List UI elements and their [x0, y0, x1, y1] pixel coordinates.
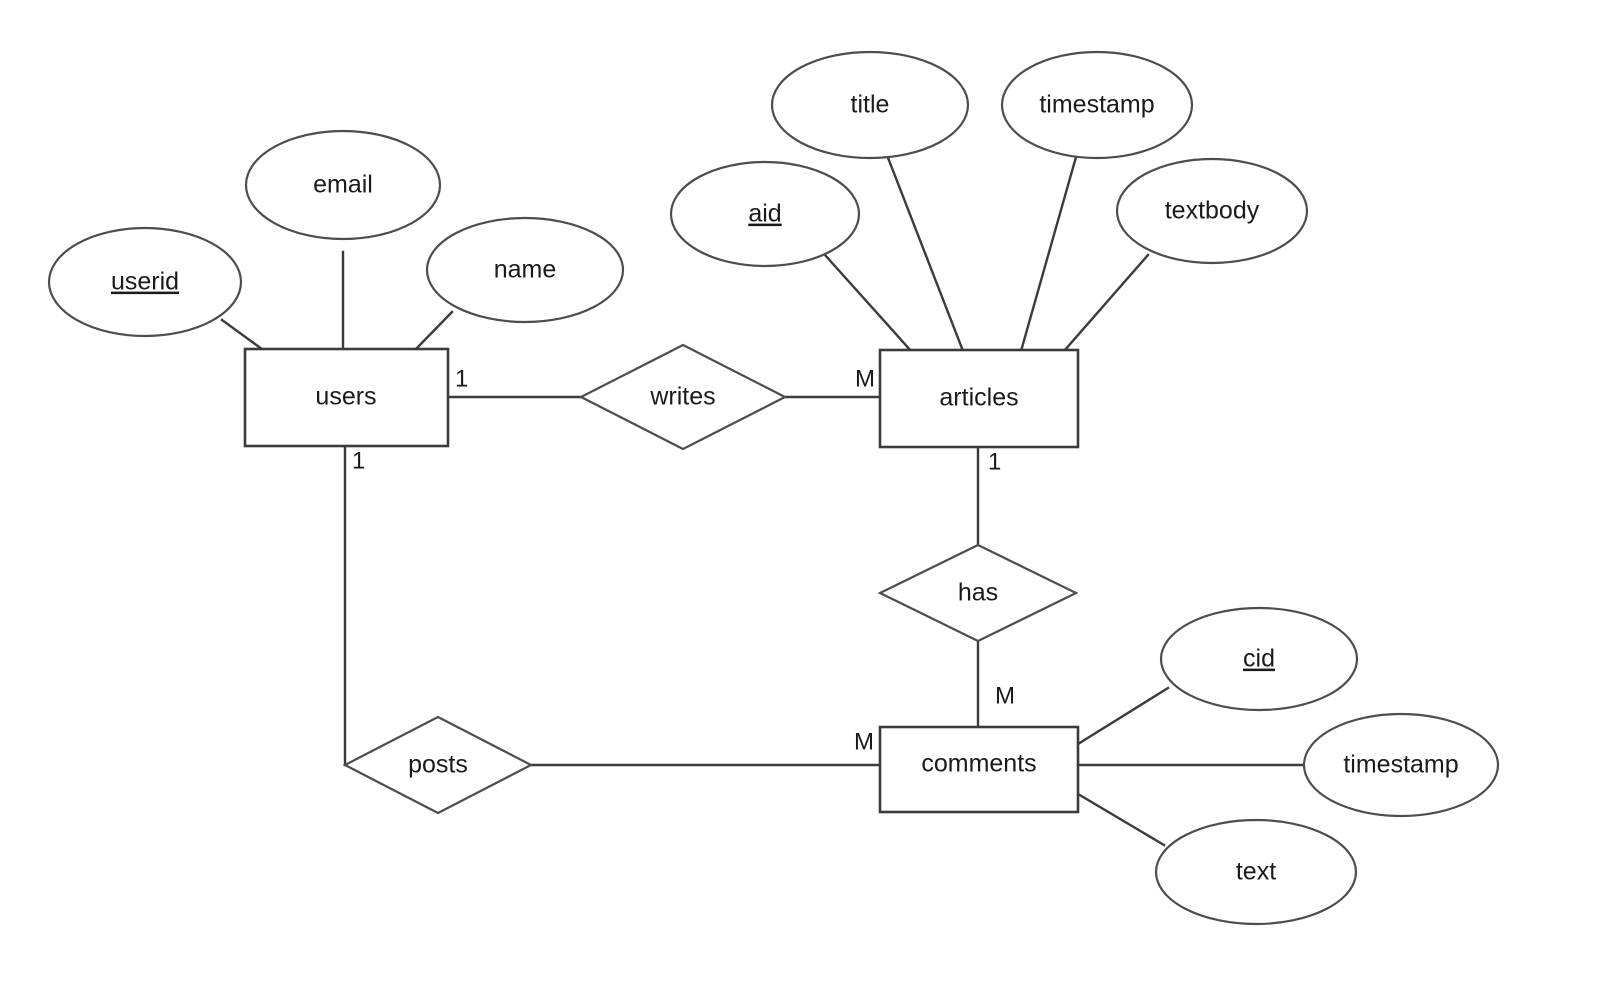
er-diagram-svg: userid email name aid title timestamp te… — [47, 50, 1500, 926]
er-diagram-canvas: userid email name aid title timestamp te… — [0, 0, 1600, 994]
relationship-label-has: has — [958, 579, 998, 607]
relationship-label-posts: posts — [408, 751, 468, 779]
attribute-node-comments-timestamp[interactable]: timestamp — [1302, 712, 1500, 818]
attribute-label-aid: aid — [748, 200, 781, 228]
attribute-label-articles-timestamp: timestamp — [1039, 91, 1154, 119]
entity-label-comments: comments — [921, 750, 1036, 778]
entity-node-users[interactable]: users — [243, 347, 450, 448]
cardinality-articles-has: 1 — [988, 448, 1001, 475]
attribute-node-text[interactable]: text — [1154, 818, 1358, 926]
entity-label-users: users — [315, 383, 376, 411]
cardinality-comments-posts: M — [854, 728, 874, 755]
cardinality-comments-has: M — [995, 682, 1015, 709]
cardinality-users-posts: 1 — [352, 447, 365, 474]
attribute-label-textbody: textbody — [1165, 197, 1260, 225]
attribute-node-name[interactable]: name — [425, 216, 625, 324]
attribute-label-comments-timestamp: timestamp — [1343, 751, 1458, 779]
relationship-label-writes: writes — [649, 383, 715, 411]
entity-node-articles[interactable]: articles — [878, 348, 1080, 449]
relationship-node-writes[interactable]: writes — [578, 343, 788, 451]
attribute-label-cid: cid — [1243, 645, 1275, 673]
edge-comments-text — [1076, 792, 1166, 847]
cardinality-articles-writes: M — [855, 365, 875, 392]
edge-comments-cid — [1076, 686, 1170, 746]
edge-articles-timestamp — [1019, 148, 1080, 353]
attribute-label-email: email — [313, 171, 373, 199]
attribute-node-textbody[interactable]: textbody — [1115, 157, 1309, 265]
attribute-node-userid[interactable]: userid — [47, 226, 243, 338]
attribute-label-text: text — [1236, 858, 1276, 886]
edge-articles-aid — [823, 253, 914, 354]
attribute-node-title[interactable]: title — [770, 50, 970, 160]
edge-articles-title — [883, 148, 965, 353]
relationship-node-posts[interactable]: posts — [342, 715, 534, 815]
attribute-node-cid[interactable]: cid — [1159, 606, 1359, 712]
attribute-node-aid[interactable]: aid — [669, 160, 861, 268]
attribute-label-title: title — [851, 91, 890, 119]
cardinality-users-writes: 1 — [455, 365, 468, 392]
entity-node-comments[interactable]: comments — [878, 725, 1080, 814]
edge-articles-textbody — [1062, 253, 1150, 353]
relationship-node-has[interactable]: has — [877, 543, 1079, 643]
attribute-node-email[interactable]: email — [244, 129, 442, 241]
attribute-label-userid: userid — [111, 268, 179, 296]
attribute-node-articles-timestamp[interactable]: timestamp — [1000, 50, 1194, 160]
attribute-label-name: name — [494, 256, 557, 284]
entity-label-articles: articles — [939, 384, 1018, 412]
edge-users-userid — [220, 318, 268, 354]
edge-users-name — [413, 310, 454, 352]
